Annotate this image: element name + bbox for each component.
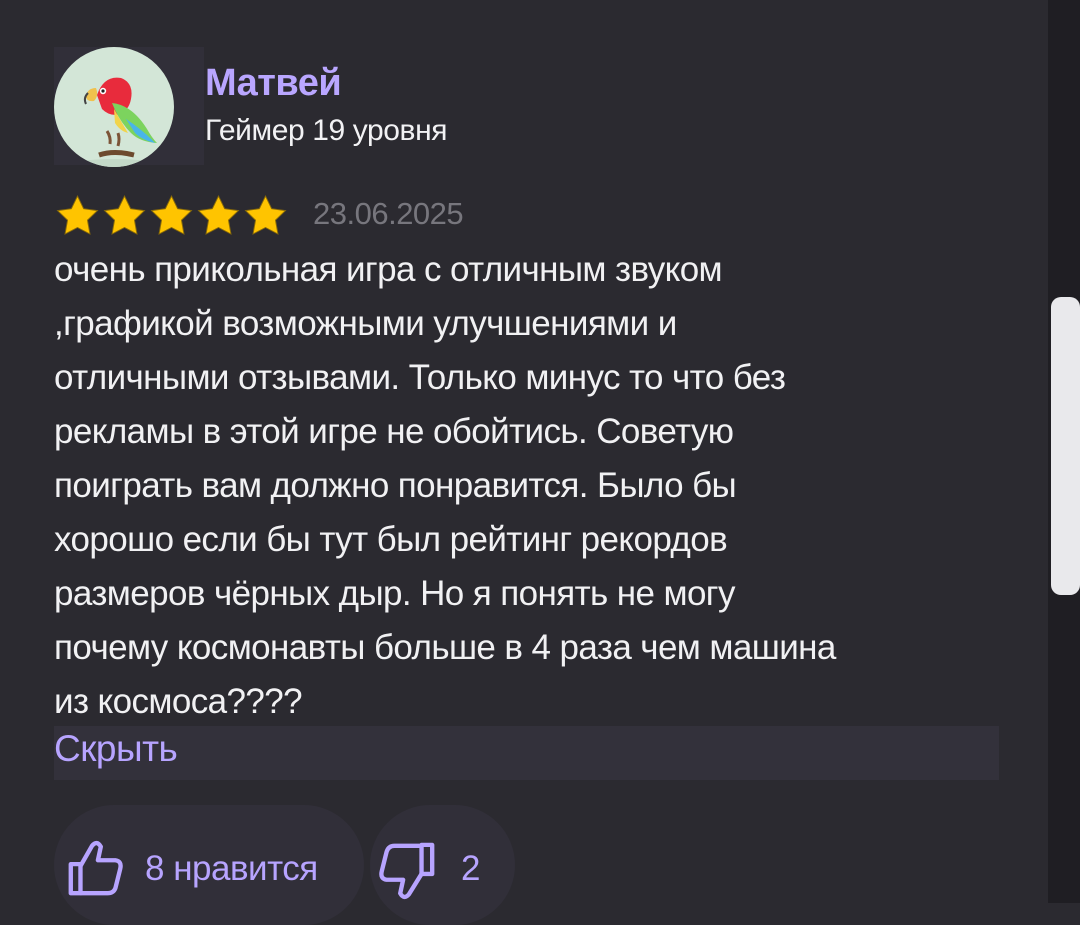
review-line: хорошо если бы тут был рейтинг рекордов	[54, 520, 728, 559]
star-icon	[150, 194, 193, 235]
author-name[interactable]: Матвей	[205, 62, 342, 105]
dislike-button[interactable]: 2	[370, 805, 515, 925]
review-line: поиграть вам должно понравится. Было бы	[54, 466, 737, 505]
thumbs-down-icon	[379, 842, 435, 900]
avatar[interactable]	[54, 47, 174, 167]
review-line: отличными отзывами. Только минус то что …	[54, 358, 786, 397]
review-text: очень прикольная игра с отличным звуком …	[54, 243, 1004, 729]
like-button[interactable]: 8 нравится	[54, 805, 364, 925]
review-line: рекламы в этой игре не обойтись. Советую	[54, 412, 734, 451]
review-line: почему космонавты больше в 4 раза чем ма…	[54, 628, 836, 667]
review-line: размеров чёрных дыр. Но я понять не могу	[54, 574, 735, 613]
dislike-count: 2	[461, 849, 481, 888]
thumbs-up-icon	[68, 840, 123, 896]
review-line: из космоса????	[54, 682, 303, 721]
review-date: 23.06.2025	[313, 196, 464, 231]
star-icon	[103, 194, 146, 235]
hide-button[interactable]: Скрыть	[54, 728, 178, 770]
parrot-icon	[64, 77, 164, 167]
star-icon	[56, 194, 99, 235]
scrollbar-thumb[interactable]	[1051, 297, 1080, 595]
rating-stars	[54, 193, 289, 239]
hide-bar	[54, 726, 999, 780]
author-level: Геймер 19 уровня	[205, 114, 448, 147]
star-icon	[197, 194, 240, 235]
review-line: очень прикольная игра с отличным звуком	[54, 250, 723, 289]
review-line: ,графикой возможными улучшениями и	[54, 304, 677, 343]
like-count: 8 нравится	[145, 849, 318, 888]
star-icon	[244, 194, 287, 235]
